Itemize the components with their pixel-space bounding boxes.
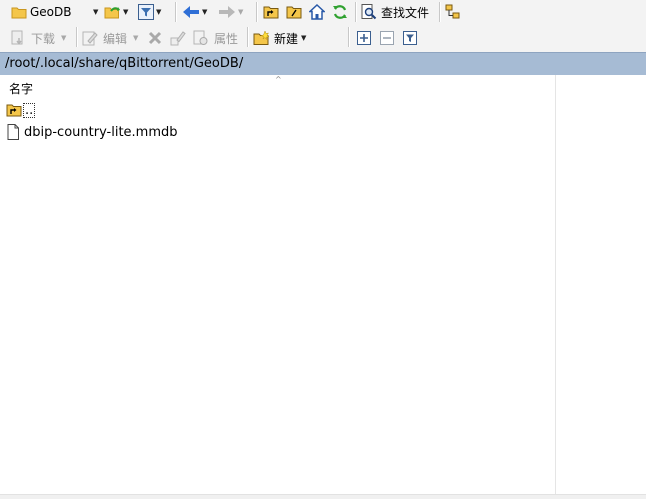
minus-box-icon xyxy=(380,31,394,45)
tree-icon xyxy=(445,4,461,20)
column-name-label: 名字 xyxy=(9,82,34,96)
rename-button[interactable] xyxy=(170,27,188,49)
collapse-button[interactable] xyxy=(380,27,396,49)
root-folder-button[interactable] xyxy=(286,1,304,23)
refresh-button[interactable] xyxy=(332,1,350,23)
edit-button[interactable]: 编辑 ▼ xyxy=(82,27,142,49)
download-icon xyxy=(10,30,26,46)
new-button[interactable]: 新建 ▼ xyxy=(253,27,315,49)
download-label: 下载 xyxy=(31,31,56,46)
chevron-down-icon: ▼ xyxy=(202,8,208,16)
toolbar-separator xyxy=(355,2,357,22)
new-folder-icon xyxy=(253,30,270,46)
chevron-down-icon: ▼ xyxy=(301,34,307,42)
chevron-down-icon: ▼ xyxy=(238,8,244,16)
parent-folder-icon xyxy=(6,103,22,117)
back-arrow-icon xyxy=(182,5,200,19)
delete-button[interactable] xyxy=(147,27,165,49)
column-divider xyxy=(555,75,556,494)
open-folder-button[interactable]: ▼ xyxy=(104,1,134,23)
expand-button[interactable] xyxy=(357,27,373,49)
filter-selection-button[interactable] xyxy=(403,27,419,49)
tree-view-button[interactable] xyxy=(445,1,463,23)
toolbar-separator xyxy=(247,27,249,47)
forward-arrow-icon xyxy=(218,5,236,19)
home-button[interactable] xyxy=(309,1,327,23)
refresh-icon xyxy=(332,4,348,20)
parent-folder-icon xyxy=(263,5,279,19)
parent-folder-button[interactable] xyxy=(263,1,281,23)
chevron-down-icon: ▼ xyxy=(93,8,99,16)
horizontal-scrollbar[interactable] xyxy=(0,494,646,499)
new-label: 新建 xyxy=(274,31,299,46)
chevron-down-icon: ▼ xyxy=(133,34,139,42)
operations-toolbar: 下载 ▼ 编辑 ▼ 属性 新建 ▼ xyxy=(0,25,646,52)
download-button[interactable]: 下载 ▼ xyxy=(10,27,72,49)
location-label: GeoDB xyxy=(30,5,72,19)
file-list[interactable]: 名字 ^ .. dbip-country-lite.mmdb xyxy=(0,75,646,494)
home-icon xyxy=(309,4,325,20)
edit-label: 编辑 xyxy=(103,31,128,46)
toolbar-separator xyxy=(76,27,78,47)
chevron-down-icon: ▼ xyxy=(156,8,162,16)
filter-box-icon xyxy=(403,31,417,45)
file-icon xyxy=(6,124,20,140)
edit-icon xyxy=(82,30,98,46)
rename-icon xyxy=(170,30,186,46)
list-item[interactable]: .. xyxy=(6,100,546,120)
delete-icon xyxy=(147,30,163,46)
list-item-name: .. xyxy=(23,102,36,118)
toolbar-separator xyxy=(348,27,350,47)
properties-button[interactable]: 属性 xyxy=(193,27,243,49)
list-item-name: dbip-country-lite.mmdb xyxy=(24,124,178,140)
find-files-button[interactable]: 查找文件 xyxy=(361,1,435,23)
toolbar-separator xyxy=(439,2,441,22)
current-path: /root/.local/share/qBittorrent/GeoDB/ xyxy=(5,56,244,71)
toolbar-separator xyxy=(175,2,177,22)
main-toolbar: GeoDB ▼ ▼ ▼ ▼ ▼ 查找文件 xyxy=(0,0,646,25)
list-item[interactable]: dbip-country-lite.mmdb xyxy=(6,122,546,142)
open-folder-icon xyxy=(104,5,121,20)
chevron-down-icon: ▼ xyxy=(61,34,67,42)
path-bar[interactable]: /root/.local/share/qBittorrent/GeoDB/ xyxy=(0,52,646,75)
folder-icon xyxy=(11,5,27,19)
filter-button[interactable]: ▼ xyxy=(138,1,168,23)
properties-icon xyxy=(193,30,209,46)
toolbar-separator xyxy=(256,2,258,22)
search-icon xyxy=(361,4,377,20)
back-button[interactable]: ▼ xyxy=(182,1,214,23)
sort-ascending-icon: ^ xyxy=(275,75,282,84)
find-files-label: 查找文件 xyxy=(381,5,430,20)
location-dropdown[interactable]: GeoDB ▼ xyxy=(11,1,98,23)
chevron-down-icon: ▼ xyxy=(123,8,129,16)
properties-label: 属性 xyxy=(214,31,239,46)
plus-box-icon xyxy=(357,31,371,45)
name-column-header[interactable]: 名字 ^ xyxy=(0,75,556,98)
forward-button[interactable]: ▼ xyxy=(218,1,250,23)
filter-icon xyxy=(138,4,154,20)
root-folder-icon xyxy=(286,5,302,19)
